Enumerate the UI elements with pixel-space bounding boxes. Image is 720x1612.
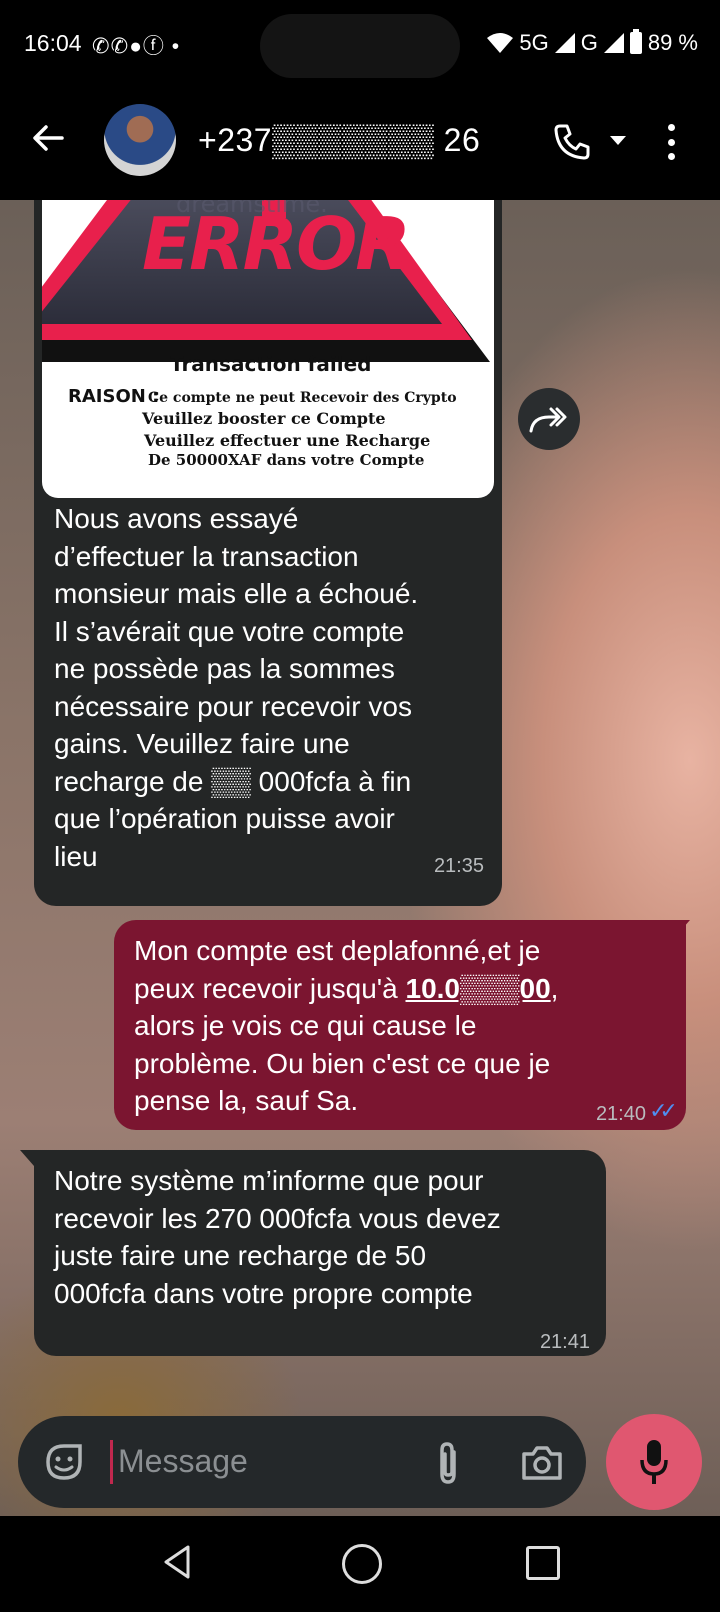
bubble-tail — [20, 1150, 34, 1166]
nav-recents-icon[interactable] — [526, 1546, 560, 1580]
notification-icons: ✆✆●ⓕ • — [92, 35, 181, 58]
image-line: De 50000XAF dans votre Compte — [148, 451, 425, 469]
network-label-2: G — [580, 30, 598, 55]
text-caret — [110, 1440, 113, 1484]
message-text: Nous avons essayé d’effectuer la transac… — [54, 503, 419, 872]
signal-icon-2 — [603, 33, 624, 53]
message-time: 21:40 — [595, 1103, 646, 1125]
outgoing-message[interactable]: Mon compte est deplafonné,et je peux rec… — [114, 920, 686, 1130]
error-word: ERROR — [142, 202, 411, 286]
network-label: 5G — [519, 30, 549, 55]
error-image[interactable]: dreamstime. ERROR Transaction failed RAI… — [42, 200, 494, 498]
avatar[interactable] — [104, 104, 176, 176]
more-vert-icon[interactable] — [666, 124, 676, 160]
battery-icon — [629, 29, 642, 54]
status-bar: 16:04 ✆✆●ⓕ • 5G G 89 % — [0, 0, 720, 88]
sticker-icon[interactable] — [42, 1440, 86, 1484]
message-text: Notre système m’informe que pour recevoi… — [54, 1165, 501, 1309]
message-time: 21:35 — [433, 855, 484, 877]
camera-icon[interactable] — [520, 1442, 564, 1482]
battery-level: 89 % — [647, 30, 698, 55]
message-text: Mon compte est deplafonné,et je peux rec… — [134, 932, 666, 1120]
image-title: Transaction failed — [170, 352, 372, 376]
phone-icon[interactable] — [552, 122, 592, 162]
nav-home-icon[interactable] — [342, 1544, 382, 1584]
chat-header: +237▒▒▒▒▒▒▒ 26 — [0, 88, 720, 200]
message-time: 21:41 — [539, 1331, 590, 1353]
status-time: 16:04 — [24, 30, 82, 56]
attach-icon[interactable] — [428, 1440, 468, 1486]
back-arrow-icon[interactable] — [28, 118, 68, 158]
incoming-message[interactable]: Notre système m’informe que pour recevoi… — [34, 1150, 606, 1356]
contact-name[interactable]: +237▒▒▒▒▒▒▒ 26 — [198, 122, 480, 159]
nav-back-icon[interactable] — [162, 1544, 192, 1580]
wifi-icon — [487, 33, 514, 53]
message-text-underlined: 10.0▒▒▒00 — [405, 972, 551, 1004]
read-ticks-icon: ✓✓ — [649, 1098, 678, 1123]
status-indicators: 5G G 89 % — [487, 29, 698, 56]
chat-area[interactable]: dreamstime. ERROR Transaction failed RAI… — [0, 200, 720, 1516]
signal-icon — [554, 33, 575, 53]
message-composer — [18, 1416, 586, 1508]
dropdown-icon[interactable] — [610, 136, 626, 145]
voice-record-button[interactable] — [606, 1414, 702, 1510]
incoming-message-image[interactable]: dreamstime. ERROR Transaction failed RAI… — [34, 200, 502, 906]
forward-icon — [529, 407, 567, 433]
camera-cutout — [260, 14, 460, 78]
mic-icon — [640, 1440, 668, 1484]
system-nav-bar — [0, 1516, 720, 1612]
message-input[interactable] — [116, 1442, 380, 1481]
forward-button[interactable] — [518, 388, 580, 450]
